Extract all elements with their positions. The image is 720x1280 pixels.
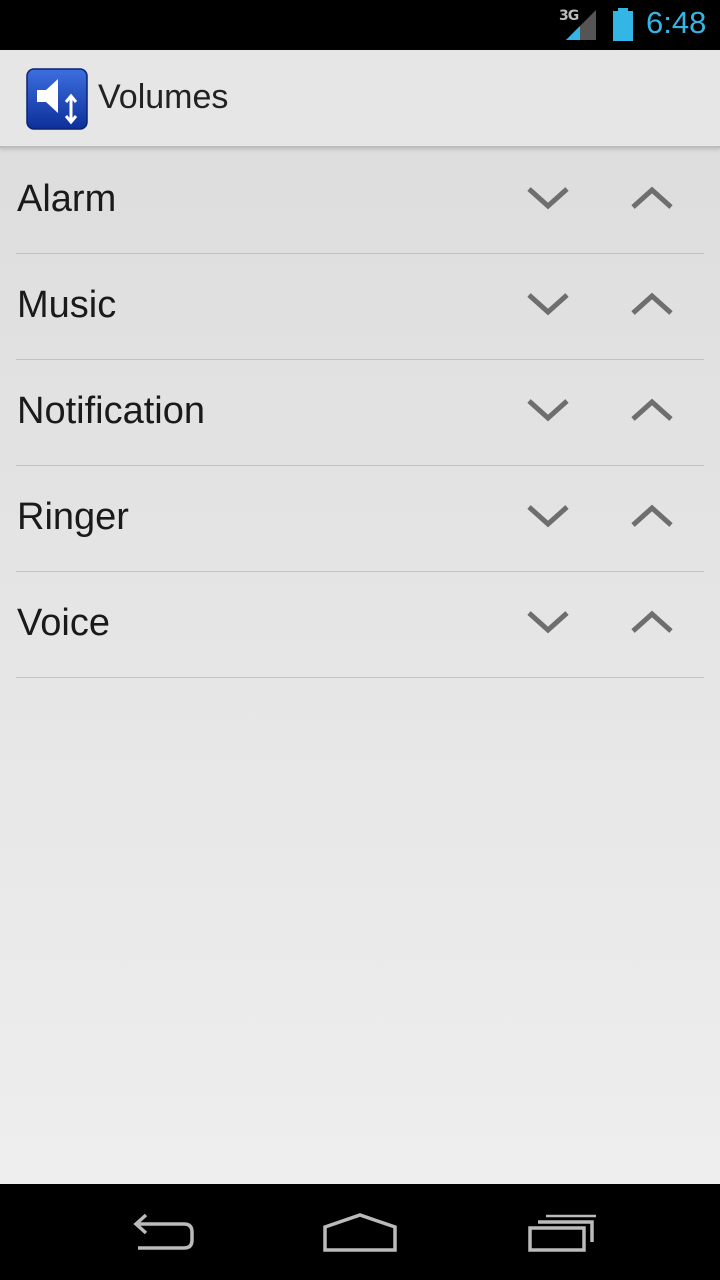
home-icon [323,1213,397,1252]
chevron-up-icon [631,610,673,633]
volume-up-button[interactable] [620,274,684,334]
chevron-down-icon [527,505,569,528]
stream-label: Ringer [17,496,129,538]
chevron-down-icon [527,187,569,210]
list-item: Music [16,254,704,360]
back-icon [133,1213,194,1250]
volume-down-button[interactable] [516,592,580,652]
stream-label: Voice [17,602,110,644]
list-item: Ringer [16,466,704,572]
chevron-down-icon [527,611,569,634]
recents-icon [528,1214,596,1252]
signal-icon [566,10,596,40]
home-button[interactable] [312,1204,408,1260]
volume-up-button[interactable] [620,486,684,546]
status-bar: 3G 6:48 [0,0,720,50]
speaker-volume-icon[interactable] [26,68,88,130]
chevron-up-icon [631,504,673,527]
volume-up-button[interactable] [620,380,684,440]
battery-icon [613,8,633,41]
chevron-down-icon [527,399,569,422]
volume-list: Alarm Music Notification Ringer Voice [0,148,720,678]
action-bar: Volumes [0,50,720,148]
list-item: Voice [16,572,704,678]
page-title: Volumes [98,78,229,116]
stream-label: Music [17,284,117,326]
volume-down-button[interactable] [516,168,580,228]
stream-label: Alarm [17,178,117,220]
list-item: Alarm [16,148,704,254]
status-clock: 6:48 [646,5,707,40]
volume-down-button[interactable] [516,274,580,334]
volume-up-button[interactable] [620,168,684,228]
chevron-up-icon [631,398,673,421]
chevron-down-icon [527,293,569,316]
app-window: Volumes Alarm Music Notification Ringer … [0,50,720,1184]
back-button[interactable] [112,1204,208,1260]
navigation-bar [0,1184,720,1280]
volume-down-button[interactable] [516,380,580,440]
volume-down-button[interactable] [516,486,580,546]
chevron-up-icon [631,186,673,209]
chevron-up-icon [631,292,673,315]
volume-up-button[interactable] [620,592,684,652]
recents-button[interactable] [514,1204,610,1260]
list-item: Notification [16,360,704,466]
stream-label: Notification [17,390,205,432]
